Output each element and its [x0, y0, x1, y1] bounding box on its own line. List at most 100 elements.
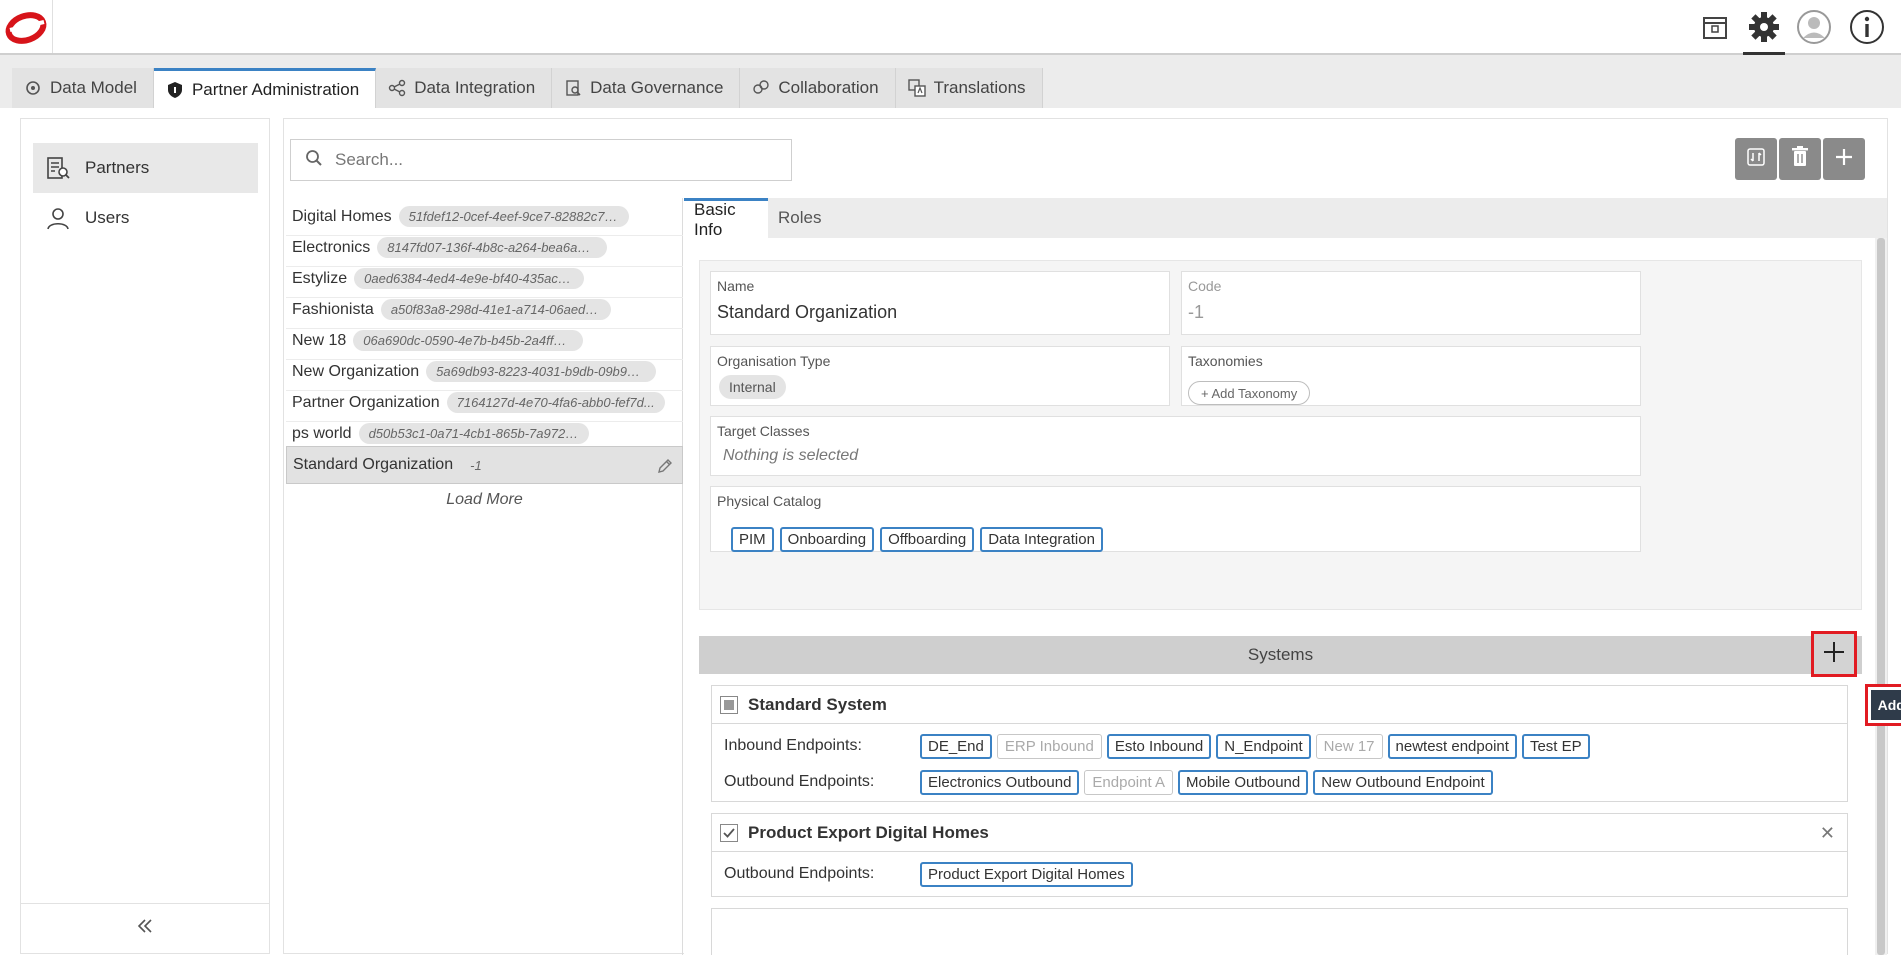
physical-catalog-field: Physical Catalog PIM Onboarding Offboard… — [710, 486, 1641, 552]
system-card-partial — [711, 908, 1848, 955]
tab-data-governance[interactable]: Data Governance — [552, 68, 741, 108]
catalog-chip[interactable]: Offboarding — [880, 527, 975, 552]
tab-translations[interactable]: Translations — [895, 68, 1043, 108]
sidebar-item-users[interactable]: Users — [33, 193, 258, 243]
tab-label: Partner Administration — [191, 79, 360, 99]
partner-name: ps world — [292, 424, 352, 442]
double-chevron-left-icon — [137, 918, 153, 939]
partner-name: Fashionista — [292, 300, 374, 318]
endpoint-chip[interactable]: Test EP — [1521, 733, 1590, 759]
tab-partner-administration[interactable]: Partner Administration — [153, 68, 377, 108]
name-field[interactable]: Name Standard Organization — [710, 271, 1170, 335]
system-header: Product Export Digital Homes ✕ — [712, 814, 1847, 852]
endpoint-chip[interactable]: DE_End — [920, 733, 992, 759]
endpoint-chip[interactable]: New Outbound Endpoint — [1313, 769, 1493, 795]
system-checkbox[interactable] — [720, 823, 738, 842]
integration-icon — [388, 79, 406, 97]
system-header: Standard System — [712, 686, 1847, 724]
collapse-sidebar-button[interactable] — [21, 903, 269, 953]
outbound-endpoints-row: Outbound Endpoints: Product Export Digit… — [712, 856, 1847, 892]
system-name: Standard System — [748, 694, 887, 714]
field-value: Standard Organization — [717, 302, 898, 322]
field-value: -1 — [1188, 302, 1205, 322]
taxonomies-field: Taxonomies + Add Taxonomy — [1181, 346, 1641, 406]
tab-data-model[interactable]: Data Model — [12, 68, 154, 108]
code-field: Code -1 — [1181, 271, 1641, 335]
field-label: Name — [717, 278, 755, 294]
tab-data-integration[interactable]: Data Integration — [376, 68, 553, 108]
add-systems-button[interactable] — [1811, 631, 1857, 677]
delete-button[interactable] — [1779, 138, 1821, 180]
partner-name: New 18 — [292, 331, 347, 349]
endpoint-chip[interactable]: ERP Inbound — [996, 733, 1102, 759]
field-label: Taxonomies — [1188, 353, 1263, 369]
pencil-icon[interactable] — [656, 457, 674, 475]
partner-id-badge: 5a69db93-8223-4031-b9db-09b977ef... — [426, 361, 657, 382]
endpoints-label: Outbound Endpoints: — [724, 865, 875, 882]
tab-collaboration[interactable]: Collaboration — [740, 68, 896, 108]
tab-label: Translations — [933, 78, 1026, 97]
sidebar-item-label: Users — [85, 208, 130, 227]
endpoint-chip[interactable]: Electronics Outbound — [920, 769, 1080, 795]
catalog-chip[interactable]: Onboarding — [779, 527, 875, 552]
endpoint-chip[interactable]: Endpoint A — [1084, 769, 1173, 795]
main-tabs: Data Model Partner Administration Data I… — [12, 68, 1043, 108]
translations-icon — [907, 79, 926, 97]
sync-button[interactable] — [1735, 138, 1777, 180]
endpoint-chip[interactable]: Mobile Outbound — [1177, 769, 1309, 795]
endpoint-chip[interactable]: N_Endpoint — [1216, 733, 1311, 759]
partner-name: New Organization — [292, 362, 420, 380]
partner-id-badge: -1 — [470, 457, 482, 473]
add-systems-tooltip: Add Systems — [1865, 684, 1901, 726]
system-name: Product Export Digital Homes — [748, 822, 989, 842]
partner-name: Electronics — [292, 238, 371, 256]
search-input[interactable] — [335, 150, 775, 170]
brand-logo[interactable] — [4, 10, 50, 46]
trash-icon — [1790, 145, 1810, 173]
tab-label: Data Model — [50, 78, 137, 97]
system-checkbox[interactable] — [720, 695, 738, 714]
field-label: Organisation Type — [717, 353, 831, 369]
main-area: Partners Users Digital Homes 51fdef — [0, 108, 1901, 967]
add-taxonomy-button[interactable]: + Add Taxonomy — [1188, 381, 1311, 405]
shield-icon — [166, 81, 184, 99]
info-icon[interactable] — [1846, 6, 1888, 48]
catalog-chip[interactable]: PIM — [731, 527, 774, 552]
user-avatar-icon[interactable] — [1793, 6, 1835, 48]
endpoint-chip[interactable]: newtest endpoint — [1387, 733, 1517, 759]
plus-icon — [1823, 641, 1845, 668]
endpoint-chip[interactable]: Esto Inbound — [1106, 733, 1212, 759]
top-bar — [0, 0, 1901, 55]
detail-scrollbar[interactable] — [1875, 238, 1887, 955]
endpoint-chip[interactable]: Product Export Digital Homes — [920, 861, 1133, 887]
sidebar-item-partners[interactable]: Partners — [33, 143, 258, 193]
system-card-standard: Standard System Inbound Endpoints: DE_En… — [711, 685, 1848, 802]
partner-id-badge: 06a690dc-0590-4e7b-b45b-2a4ff281fa33 — [353, 330, 584, 351]
partner-row-selected[interactable]: Standard Organization -1 — [286, 446, 683, 484]
systems-header: Systems — [699, 636, 1862, 674]
partner-name: Partner Organization — [292, 393, 440, 411]
systems-title: Systems — [1247, 645, 1314, 664]
inbound-chips: DE_End ERP Inbound Esto Inbound N_Endpoi… — [920, 733, 1590, 759]
gear-icon[interactable] — [1743, 6, 1785, 55]
load-more-link[interactable]: Load More — [286, 491, 683, 509]
organisation-type-field[interactable]: Organisation Type Internal — [710, 346, 1170, 406]
collaboration-icon — [752, 79, 770, 97]
tab-roles[interactable]: Roles — [768, 198, 831, 238]
sidebar: Partners Users — [20, 118, 270, 954]
add-partner-button[interactable] — [1823, 138, 1865, 180]
catalog-chip[interactable]: Data Integration — [980, 527, 1103, 552]
partner-name: Estylize — [292, 269, 348, 287]
endpoint-chip[interactable]: New 17 — [1315, 733, 1383, 759]
tab-basic-info[interactable]: Basic Info — [684, 198, 768, 239]
outbound-chips: Electronics Outbound Endpoint A Mobile O… — [920, 769, 1493, 795]
target-classes-field[interactable]: Target Classes Nothing is selected — [710, 416, 1641, 476]
close-icon[interactable]: ✕ — [1820, 823, 1835, 844]
field-label: Physical Catalog — [717, 493, 822, 509]
tab-label: Data Integration — [414, 78, 536, 97]
endpoints-label: Outbound Endpoints: — [724, 773, 875, 790]
scrollbar-thumb[interactable] — [1877, 238, 1885, 955]
package-icon[interactable] — [1694, 6, 1736, 48]
system-card-product-export: Product Export Digital Homes ✕ Outbound … — [711, 813, 1848, 897]
outbound-endpoints-row: Outbound Endpoints: Electronics Outbound… — [712, 764, 1847, 800]
